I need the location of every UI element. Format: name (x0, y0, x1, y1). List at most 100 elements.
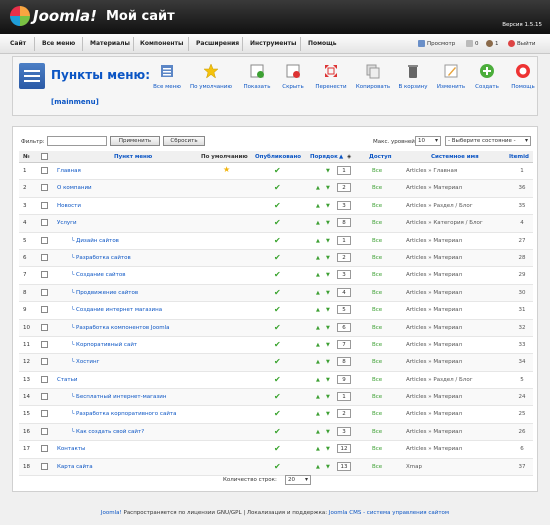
move-down-icon[interactable]: ▼ (326, 255, 330, 261)
row-checkbox[interactable] (41, 219, 48, 227)
save-order-icon[interactable]: ◈ (347, 154, 351, 160)
order-input[interactable]: 4 (337, 287, 351, 297)
menu-item-link[interactable]: └ Разработка сайтов (71, 255, 131, 261)
menu-components[interactable]: Компоненты (140, 40, 183, 47)
published-check-icon[interactable]: ✔ (274, 375, 281, 384)
move-down-icon[interactable]: ▼ (326, 272, 330, 278)
move-down-icon[interactable]: ▼ (326, 394, 330, 400)
move-up-icon[interactable]: ▲ (316, 203, 320, 209)
menu-item-link[interactable]: └ Продвижение сайтов (71, 290, 138, 296)
access-link[interactable]: Все (372, 464, 382, 470)
published-check-icon[interactable]: ✔ (274, 184, 281, 192)
menu-item-link[interactable]: └ Как создать свой сайт? (71, 429, 144, 435)
published-check-icon[interactable]: ✔ (274, 201, 281, 210)
menu-item-link[interactable]: └ Дизайн сайтов (71, 238, 119, 244)
move-down-icon[interactable]: ▼ (326, 377, 330, 383)
select-all-checkbox[interactable] (41, 153, 48, 160)
move-up-icon[interactable]: ▲ (316, 307, 320, 313)
published-check-icon[interactable]: ✔ (274, 306, 281, 314)
default-button[interactable]: По умолчанию (189, 63, 233, 90)
move-up-icon[interactable]: ▲ (316, 394, 320, 400)
move-down-icon[interactable]: ▼ (326, 411, 330, 417)
order-input[interactable]: 12 (337, 444, 351, 454)
move-up-icon[interactable]: ▲ (316, 238, 320, 244)
move-down-icon[interactable]: ▼ (326, 307, 330, 313)
move-up-icon[interactable]: ▲ (316, 411, 320, 417)
col-order[interactable]: Порядок (310, 154, 338, 160)
published-check-icon[interactable]: ✔ (274, 358, 281, 366)
users-status[interactable]: 1 (486, 40, 499, 47)
order-input[interactable]: 13 (337, 461, 351, 471)
messages-status[interactable]: 0 (466, 40, 479, 47)
row-checkbox[interactable] (41, 288, 48, 296)
menu-item-link[interactable]: Контакты (57, 446, 85, 452)
order-input[interactable]: 3 (337, 426, 351, 436)
col-access[interactable]: Доступ (369, 154, 392, 160)
joomla-cms-link[interactable]: Joomla CMS - система управления сайтом (329, 510, 449, 516)
move-up-icon[interactable]: ▲ (316, 290, 320, 296)
move-up-icon[interactable]: ▲ (316, 446, 320, 452)
row-checkbox[interactable] (41, 167, 48, 174)
menu-site[interactable]: Сайт (10, 40, 26, 47)
row-checkbox[interactable] (41, 375, 48, 383)
logout-link[interactable]: Выйти (508, 40, 535, 47)
menu-item-link[interactable]: └ Создание интернет магазина (71, 307, 162, 313)
published-check-icon[interactable]: ✔ (274, 410, 281, 418)
move-down-icon[interactable]: ▼ (326, 238, 330, 244)
rows-count-select[interactable]: 20 (285, 475, 311, 485)
menu-item-link[interactable]: Главная (57, 168, 81, 174)
all-menus-button[interactable]: Все меню (145, 63, 189, 90)
access-link[interactable]: Все (372, 325, 382, 331)
published-check-icon[interactable]: ✔ (274, 445, 281, 453)
row-checkbox[interactable] (41, 340, 48, 348)
row-checkbox[interactable] (41, 410, 48, 418)
published-check-icon[interactable]: ✔ (274, 167, 281, 175)
menu-item-link[interactable]: Новости (57, 203, 81, 209)
move-down-icon[interactable]: ▼ (326, 290, 330, 296)
access-link[interactable]: Все (372, 272, 382, 278)
filter-input[interactable] (47, 136, 107, 146)
col-type[interactable]: Системное имя (431, 154, 479, 160)
menu-help[interactable]: Помощь (308, 40, 337, 47)
published-check-icon[interactable]: ✔ (274, 462, 281, 471)
row-checkbox[interactable] (41, 306, 48, 314)
access-link[interactable]: Все (372, 359, 382, 365)
menu-item-link[interactable]: Услуги (57, 220, 77, 226)
row-checkbox[interactable] (41, 462, 48, 470)
row-checkbox[interactable] (41, 445, 48, 453)
col-published[interactable]: Опубликовано (255, 154, 301, 160)
access-link[interactable]: Все (372, 342, 382, 348)
row-checkbox[interactable] (41, 236, 48, 244)
access-link[interactable]: Все (372, 394, 382, 400)
menu-item-link[interactable]: └ Хостинг (71, 359, 99, 365)
default-star-icon[interactable]: ★ (223, 166, 230, 174)
access-link[interactable]: Все (372, 446, 382, 452)
move-down-icon[interactable]: ▼ (326, 359, 330, 365)
move-up-icon[interactable]: ▲ (316, 342, 320, 348)
preview-link[interactable]: Просмотр (418, 40, 455, 47)
order-input[interactable]: 8 (337, 218, 351, 228)
order-input[interactable]: 5 (337, 305, 351, 315)
access-link[interactable]: Все (372, 168, 382, 174)
access-link[interactable]: Все (372, 238, 382, 244)
col-itemid[interactable]: Itemid (509, 154, 529, 160)
access-link[interactable]: Все (372, 429, 382, 435)
copy-button[interactable]: Копировать (351, 63, 395, 90)
published-check-icon[interactable]: ✔ (274, 427, 281, 436)
published-check-icon[interactable]: ✔ (274, 219, 281, 227)
row-checkbox[interactable] (41, 393, 48, 401)
joomla-link[interactable]: Joomla! (101, 510, 122, 516)
move-down-icon[interactable]: ▼ (326, 446, 330, 452)
published-check-icon[interactable]: ✔ (274, 288, 281, 297)
row-checkbox[interactable] (41, 253, 48, 261)
move-up-icon[interactable]: ▲ (316, 377, 320, 383)
move-down-icon[interactable]: ▼ (326, 203, 330, 209)
move-down-icon[interactable]: ▼ (326, 185, 330, 191)
move-down-icon[interactable]: ▼ (326, 168, 330, 174)
order-input[interactable]: 8 (337, 357, 351, 367)
order-input[interactable]: 1 (337, 235, 351, 245)
menu-item-link[interactable]: └ Создание сайтов (71, 272, 125, 278)
row-checkbox[interactable] (41, 201, 48, 209)
help-button[interactable]: Помощь (501, 63, 545, 90)
menu-all-menus[interactable]: Все меню (42, 40, 75, 47)
